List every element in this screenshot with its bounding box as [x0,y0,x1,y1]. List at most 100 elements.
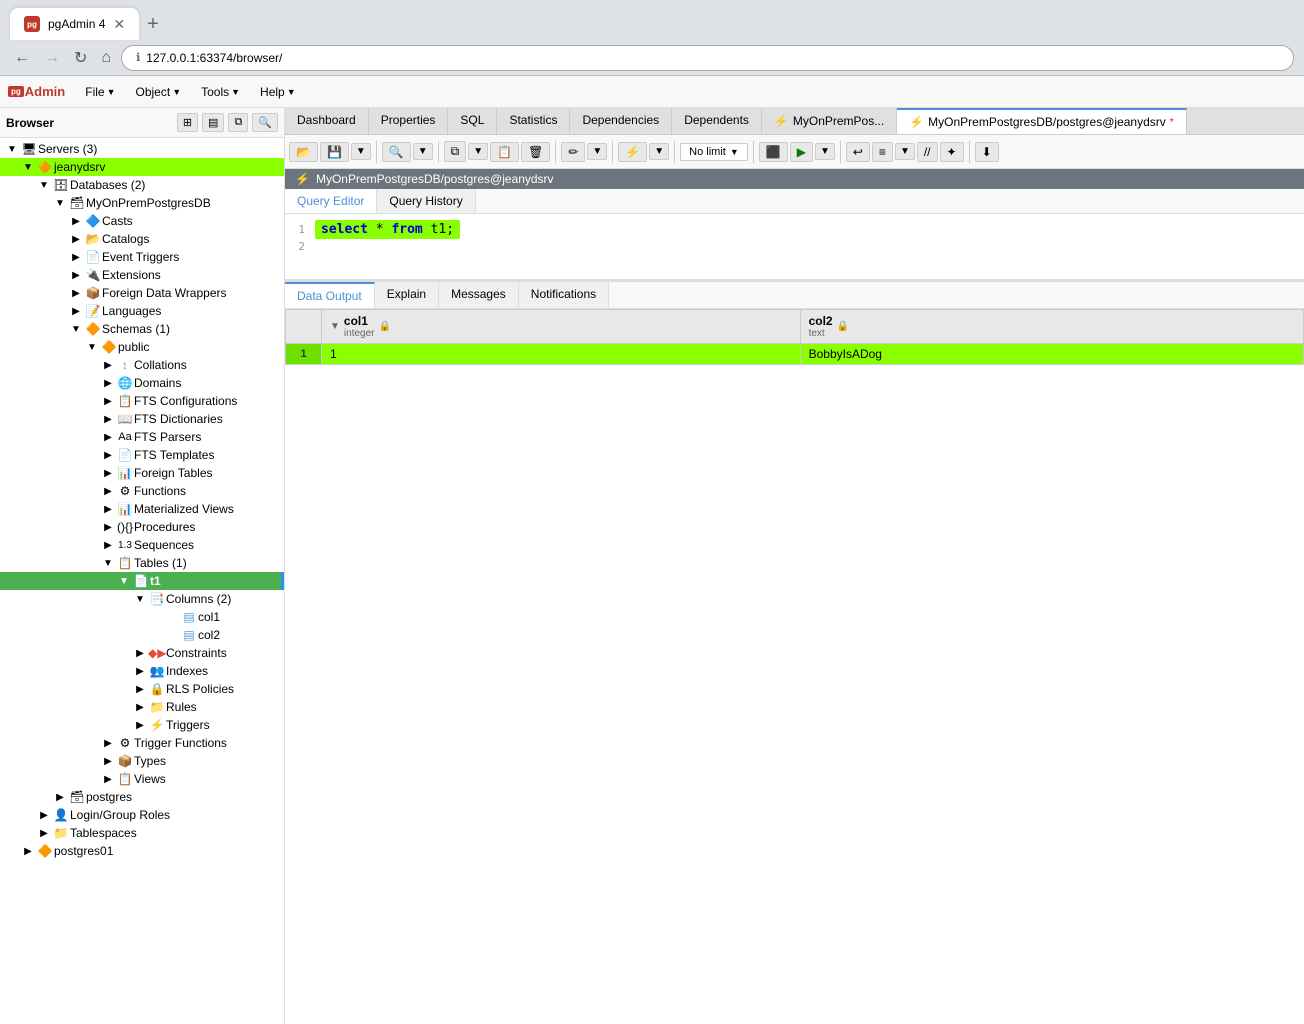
browser-tab[interactable]: pg pgAdmin 4 ✕ [10,8,139,40]
browser-btn-search[interactable]: 🔍 [252,113,278,132]
format-dropdown-btn[interactable]: ▼ [895,143,915,160]
tree-item-trigger-functions[interactable]: ▶ ⚙ Trigger Functions [0,734,284,752]
copy-btn[interactable]: ⧉ [444,141,467,162]
tab-statistics[interactable]: Statistics [497,108,570,134]
address-bar[interactable]: ℹ 127.0.0.1:63374/browser/ [121,45,1294,71]
tab-properties[interactable]: Properties [369,108,449,134]
menu-item-tools[interactable]: Tools▼ [191,81,250,103]
open-file-btn[interactable]: 📂 [289,142,318,162]
find-dropdown-btn[interactable]: ▼ [413,143,433,160]
tree-item-mydb[interactable]: ▼ 🗃 MyOnPremPostgresDB [0,194,284,212]
results-tab-messages[interactable]: Messages [439,282,519,308]
tree-item-domains[interactable]: ▶ 🌐 Domains [0,374,284,392]
tree-item-indexes[interactable]: ▶ 👥 Indexes [0,662,284,680]
tab-close-icon[interactable]: ✕ [113,16,125,33]
reload-button[interactable]: ↻ [70,46,91,70]
tree-item-procedures[interactable]: ▶ (){} Procedures [0,518,284,536]
save-btn[interactable]: 💾 [320,142,349,162]
browser-btn-copy[interactable]: ⧉ [228,113,248,132]
tree-item-languages[interactable]: ▶ 📝 Languages [0,302,284,320]
tree-item-fts-dict[interactable]: ▶ 📖 FTS Dictionaries [0,410,284,428]
tree-item-casts[interactable]: ▶ 🔷 Casts [0,212,284,230]
tree-item-fts-templates[interactable]: ▶ 📄 FTS Templates [0,446,284,464]
tree-item-fdw[interactable]: ▶ 📦 Foreign Data Wrappers [0,284,284,302]
delete-btn[interactable]: 🗑 [521,142,550,162]
tree-item-collations[interactable]: ▶ ↕ Collations [0,356,284,374]
tree-item-views[interactable]: ▶ 📋 Views [0,770,284,788]
tab-dashboard[interactable]: Dashboard [285,108,369,134]
tablespaces-icon: 📁 [52,826,70,840]
tab-query-editor[interactable]: Query Editor [285,189,377,213]
edit-btn[interactable]: ✏ [561,142,585,162]
home-button[interactable]: ⌂ [97,47,115,69]
tree-item-fts-config[interactable]: ▶ 📋 FTS Configurations [0,392,284,410]
menu-item-file[interactable]: File▼ [75,81,125,103]
comment-btn[interactable]: // [917,142,938,162]
tab-sql[interactable]: SQL [448,108,497,134]
history-btn[interactable]: ↩ [846,142,870,162]
tree-item-postgres-db[interactable]: ▶ 🗃 postgres [0,788,284,806]
results-tab-data-output[interactable]: Data Output [285,282,375,308]
uncomment-btn[interactable]: ✦ [940,142,964,162]
browser-btn-table[interactable]: ▤ [202,113,224,132]
back-button[interactable]: ← [10,47,34,69]
tree-item-rls[interactable]: ▶ 🔒 RLS Policies [0,680,284,698]
tree-item-constraints[interactable]: ▶ ◆▶ Constraints [0,644,284,662]
filter-dropdown-btn[interactable]: ▼ [649,143,669,160]
tree-item-postgres01[interactable]: ▶ 🔶 postgres01 [0,842,284,860]
menu-item-help[interactable]: Help▼ [250,81,306,103]
tree-item-sequences[interactable]: ▶ 1.3 Sequences [0,536,284,554]
tree-item-types[interactable]: ▶ 📦 Types [0,752,284,770]
tree-item-schemas[interactable]: ▼ 🔶 Schemas (1) [0,320,284,338]
code-area[interactable]: 1 select * from t1; 2 [285,214,1304,282]
browser-btn-grid[interactable]: ⊞ [177,113,198,132]
col2-header: col2 text 🔒 [800,310,1303,344]
tree-item-servers[interactable]: ▼ 🖥 Servers (3) [0,140,284,158]
find-btn[interactable]: 🔍 [382,142,411,162]
no-limit-select[interactable]: No limit▼ [680,143,748,161]
download-btn[interactable]: ⬇ [975,142,999,162]
filter-btn[interactable]: ⚡ [618,142,647,162]
tab-query-history[interactable]: Query History [377,189,475,213]
forward-button[interactable]: → [40,47,64,69]
run-dropdown-btn[interactable]: ▼ [815,143,835,160]
paste-btn[interactable]: 📋 [490,142,519,162]
tree-item-jeanydsrv[interactable]: ▼ 🔶 jeanydsrv [0,158,284,176]
tree-item-fts-parsers[interactable]: ▶ Aa FTS Parsers [0,428,284,446]
tab-dependents[interactable]: Dependents [672,108,762,134]
results-tab-explain[interactable]: Explain [375,282,439,308]
save-dropdown-btn[interactable]: ▼ [351,143,371,160]
tree-item-event-triggers[interactable]: ▶ 📄 Event Triggers [0,248,284,266]
data-row-1[interactable]: 1 1 BobbyIsADog [286,344,1304,365]
tree-item-public[interactable]: ▼ 🔶 public [0,338,284,356]
format-btn[interactable]: ≡ [872,142,893,162]
tab-query-active[interactable]: ⚡ MyOnPremPostgresDB/postgres@jeanydsrv … [897,108,1186,134]
rules-label: Rules [166,700,197,714]
tree-item-catalogs[interactable]: ▶ 📂 Catalogs [0,230,284,248]
tree-item-col1[interactable]: ▤ col1 [0,608,284,626]
tree-item-functions[interactable]: ▶ ⚙ Functions [0,482,284,500]
menu-item-object[interactable]: Object▼ [126,81,192,103]
tree-item-t1[interactable]: ▼ 📄 t1 [0,572,284,590]
run-btn[interactable]: ▶ [790,142,813,162]
tree-item-databases[interactable]: ▼ 🗄 Databases (2) [0,176,284,194]
stop-btn[interactable]: ⬛ [759,142,788,162]
types-icon: 📦 [116,754,134,768]
tree-item-login-roles[interactable]: ▶ 👤 Login/Group Roles [0,806,284,824]
connection-bar-text: MyOnPremPostgresDB/postgres@jeanydsrv [316,172,554,186]
tree-item-col2[interactable]: ▤ col2 [0,626,284,644]
tab-myonprempos[interactable]: ⚡ MyOnPremPos... [762,108,897,134]
tree-item-rules[interactable]: ▶ 📁 Rules [0,698,284,716]
tree-item-columns[interactable]: ▼ 📑 Columns (2) [0,590,284,608]
tree-item-mat-views[interactable]: ▶ 📊 Materialized Views [0,500,284,518]
edit-dropdown-btn[interactable]: ▼ [587,143,607,160]
tree-item-foreign-tables[interactable]: ▶ 📊 Foreign Tables [0,464,284,482]
tab-dependencies[interactable]: Dependencies [570,108,672,134]
copy-dropdown-btn[interactable]: ▼ [468,143,488,160]
tree-item-triggers[interactable]: ▶ ⚡ Triggers [0,716,284,734]
tree-item-extensions[interactable]: ▶ 🔌 Extensions [0,266,284,284]
tree-item-tables[interactable]: ▼ 📋 Tables (1) [0,554,284,572]
new-tab-button[interactable]: + [139,13,167,36]
results-tab-notifications[interactable]: Notifications [519,282,609,308]
tree-item-tablespaces[interactable]: ▶ 📁 Tablespaces [0,824,284,842]
